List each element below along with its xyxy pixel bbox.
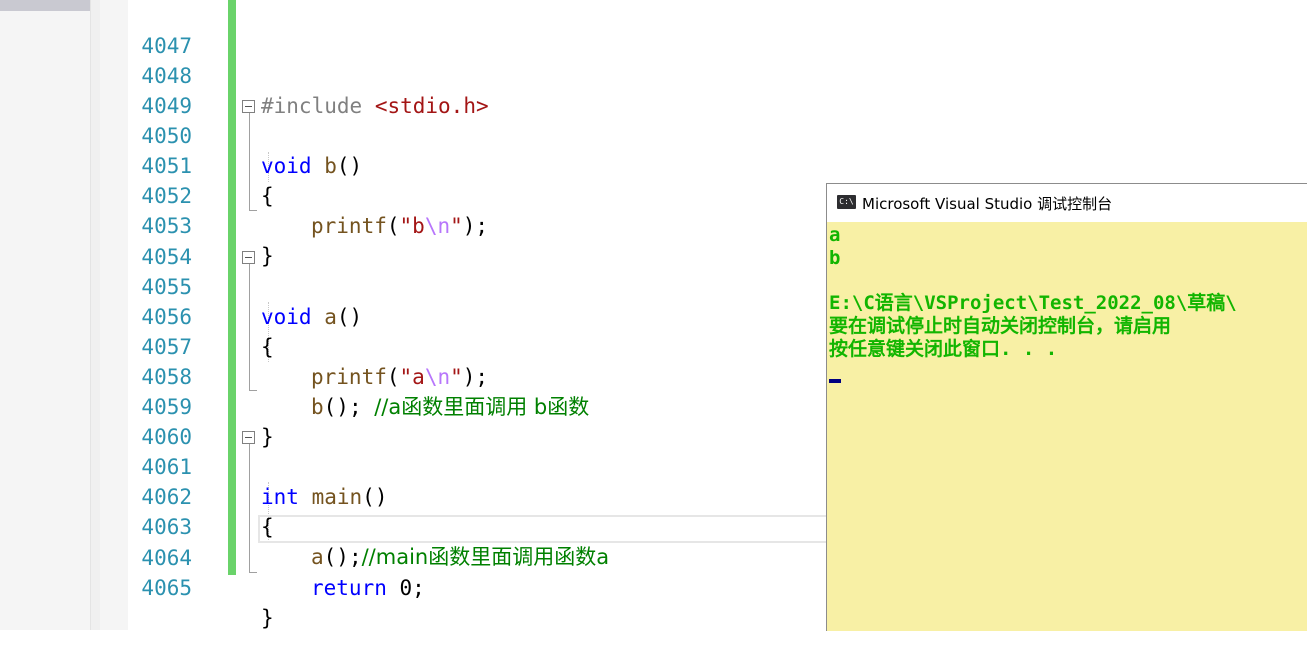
line-number-gutter: [100, 0, 128, 630]
console-title: Microsoft Visual Studio 调试控制台: [862, 195, 1113, 213]
console-output-line: a: [829, 224, 841, 246]
panel-tab[interactable]: [0, 0, 90, 11]
code-line[interactable]: 4051 {: [128, 121, 1307, 208]
debug-console-window[interactable]: C:\ Microsoft Visual Studio 调试控制台 a b E:…: [826, 183, 1307, 631]
solution-explorer-panel: [0, 0, 91, 630]
console-output-line: E:\C语言\VSProject\Test_2022_08\草稿\: [829, 292, 1237, 314]
code-line[interactable]: 4047: [128, 1, 1307, 58]
glyph-margin: [91, 0, 100, 630]
code-line[interactable]: 4050 void b(): [128, 91, 1307, 178]
console-titlebar[interactable]: C:\ Microsoft Visual Studio 调试控制台: [827, 184, 1307, 222]
code-line[interactable]: 4049: [128, 61, 1307, 118]
console-cursor: [829, 379, 841, 383]
line-number: 4065: [141, 576, 192, 600]
console-output[interactable]: a b E:\C语言\VSProject\Test_2022_08\草稿\ 要在…: [829, 224, 1307, 629]
code-text: return 0;: [311, 576, 425, 600]
console-app-icon: C:\: [837, 195, 856, 209]
code-line[interactable]: 4048 #include <stdio.h>: [128, 31, 1307, 118]
console-output-line: b: [829, 247, 841, 269]
console-output-line: 按任意键关闭此窗口. . .: [829, 338, 1058, 360]
console-output-line: 要在调试停止时自动关闭控制台，请启用: [829, 315, 1172, 337]
code-line[interactable]: 4052 printf("b\n");: [128, 151, 1307, 238]
code-text: }: [261, 606, 274, 630]
